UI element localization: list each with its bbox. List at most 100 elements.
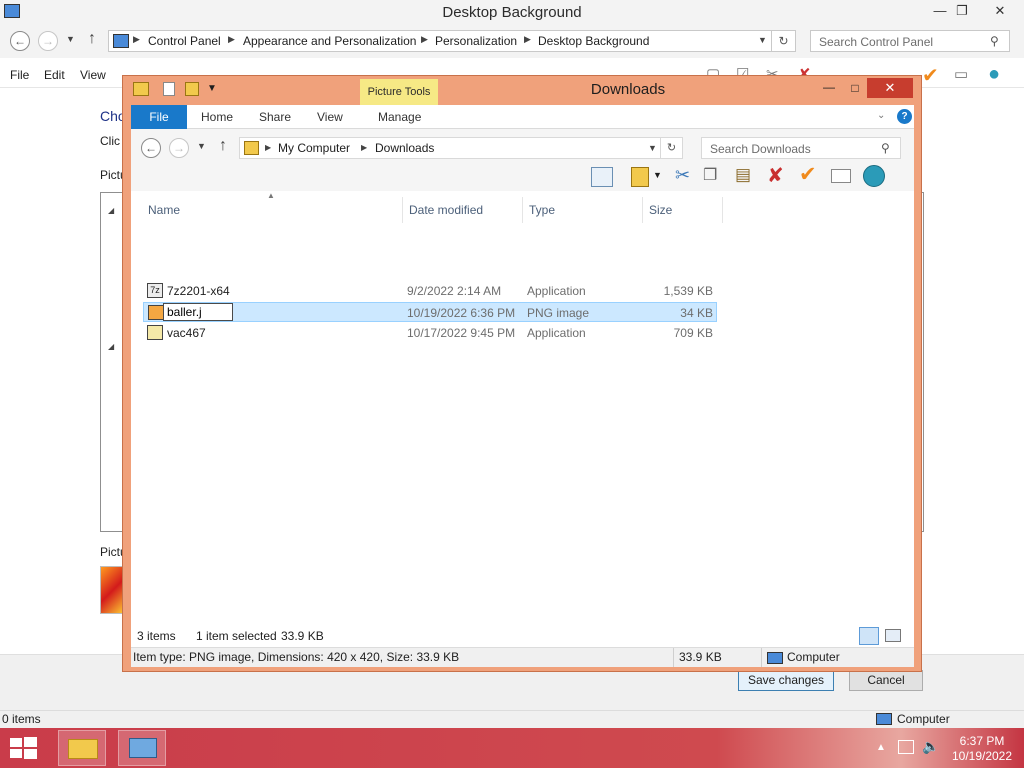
- cp-close-button[interactable]: ✕: [986, 0, 1014, 22]
- search-icon[interactable]: ⚲: [990, 34, 999, 48]
- up-arrow-icon[interactable]: ↑: [88, 30, 96, 48]
- breadcrumb-separator-icon: ▶: [133, 34, 140, 44]
- explorer-address-bar[interactable]: ▶ My Computer ▶ Downloads ▼: [239, 137, 661, 159]
- tab-manage[interactable]: Manage: [378, 105, 421, 129]
- recent-locations-chevron-icon[interactable]: ▼: [197, 141, 206, 151]
- breadcrumb-personalization[interactable]: Personalization: [435, 34, 517, 48]
- explorer-maximize-button[interactable]: □: [843, 78, 867, 98]
- rename-icon[interactable]: ▭: [954, 65, 968, 83]
- cut-icon[interactable]: ✂: [675, 165, 690, 186]
- downloads-folder-icon: [244, 141, 259, 155]
- 7z-app-icon: 7z: [147, 283, 163, 298]
- new-folder-quick-icon[interactable]: [185, 82, 199, 96]
- details-divider: [761, 648, 762, 667]
- column-header-type[interactable]: Type: [529, 203, 555, 217]
- column-divider[interactable]: [642, 197, 643, 223]
- file-type: Application: [527, 284, 586, 298]
- file-size: 34 KB: [680, 306, 713, 320]
- clock-date: 10/19/2022: [951, 749, 1013, 763]
- breadcrumb-downloads[interactable]: Downloads: [375, 141, 434, 155]
- network-icon[interactable]: [898, 740, 914, 754]
- address-dropdown-chevron-icon[interactable]: ▼: [648, 143, 657, 153]
- windows-start-icon[interactable]: [6, 734, 40, 762]
- cp-search-input[interactable]: Search Control Panel: [810, 30, 1010, 52]
- menu-edit[interactable]: Edit: [44, 68, 65, 82]
- delete-icon[interactable]: ✘: [767, 163, 784, 188]
- breadcrumb-separator-icon: ▶: [524, 34, 531, 44]
- selection-size: 33.9 KB: [281, 629, 324, 643]
- taskbar-file-explorer-icon[interactable]: [58, 730, 106, 766]
- breadcrumb-appearance[interactable]: Appearance and Personalization: [243, 34, 416, 48]
- recent-locations-chevron-icon[interactable]: ▼: [66, 34, 75, 44]
- tab-home[interactable]: Home: [201, 105, 233, 129]
- menu-file[interactable]: File: [10, 68, 29, 82]
- breadcrumb-separator-icon: ▶: [265, 143, 272, 152]
- show-hidden-icons-chevron-icon[interactable]: ▲: [876, 742, 886, 753]
- tab-file[interactable]: File: [131, 105, 187, 129]
- explorer-close-button[interactable]: ✕: [867, 78, 913, 98]
- explorer-ribbon-tabs: File Home Share View Manage ⌄ ?: [131, 105, 914, 129]
- column-header-date-modified[interactable]: Date modified: [409, 203, 483, 217]
- volume-icon[interactable]: 🔈: [922, 738, 939, 755]
- cancel-button[interactable]: Cancel: [849, 670, 923, 691]
- column-divider[interactable]: [522, 197, 523, 223]
- forward-arrow-icon[interactable]: →: [38, 31, 58, 51]
- checkmark-icon[interactable]: ✔: [922, 63, 939, 88]
- breadcrumb-control-panel[interactable]: Control Panel: [148, 34, 221, 48]
- details-divider: [673, 648, 674, 667]
- preview-pane-icon[interactable]: [591, 167, 613, 187]
- column-header-size[interactable]: Size: [649, 203, 672, 217]
- rename-input[interactable]: [163, 303, 233, 321]
- properties-quick-icon[interactable]: [163, 82, 175, 96]
- up-arrow-icon[interactable]: ↑: [219, 137, 227, 155]
- refresh-icon[interactable]: ↻: [661, 137, 683, 159]
- file-row[interactable]: vac467 10/17/2022 9:45 PM Application 70…: [143, 323, 717, 343]
- expand-ribbon-chevron-icon[interactable]: ⌄: [877, 110, 885, 121]
- copy-icon[interactable]: ❐: [703, 165, 717, 185]
- folder-options-icon[interactable]: [631, 167, 649, 187]
- column-header-name[interactable]: Name: [148, 203, 180, 217]
- tab-view[interactable]: View: [317, 105, 343, 129]
- file-row[interactable]: 7z 7z2201-x64 9/2/2022 2:14 AM Applicati…: [143, 281, 717, 301]
- computer-icon: [767, 652, 783, 664]
- file-date: 10/19/2022 6:36 PM: [407, 306, 516, 320]
- explorer-details-bar: Item type: PNG image, Dimensions: 420 x …: [131, 647, 914, 667]
- breadcrumb-desktop-background[interactable]: Desktop Background: [538, 34, 649, 48]
- search-icon[interactable]: ⚲: [881, 141, 890, 155]
- quick-access-chevron-icon[interactable]: ▼: [207, 83, 217, 94]
- checkmark-icon[interactable]: ✔: [799, 162, 817, 187]
- save-changes-button[interactable]: Save changes: [738, 670, 834, 691]
- tab-share[interactable]: Share: [259, 105, 291, 129]
- folder-options-chevron-icon[interactable]: ▼: [653, 170, 662, 180]
- refresh-icon[interactable]: ↻: [772, 30, 796, 52]
- forward-arrow-icon[interactable]: →: [169, 138, 189, 158]
- explorer-minimize-button[interactable]: —: [817, 78, 841, 98]
- application-icon: [147, 325, 163, 340]
- large-icons-view-icon[interactable]: [885, 629, 901, 642]
- column-divider[interactable]: [722, 197, 723, 223]
- taskbar-clock[interactable]: 6:37 PM 10/19/2022: [944, 734, 1020, 764]
- cp-restore-button[interactable]: ❐: [948, 0, 976, 22]
- breadcrumb-my-computer[interactable]: My Computer: [278, 141, 350, 155]
- group-collapse-icon[interactable]: ◢: [108, 206, 114, 215]
- paste-icon[interactable]: ▤: [735, 165, 751, 185]
- help-icon[interactable]: ?: [897, 109, 912, 124]
- explorer-search-input[interactable]: Search Downloads: [701, 137, 901, 159]
- column-divider[interactable]: [402, 197, 403, 223]
- address-dropdown-chevron-icon[interactable]: ▼: [758, 35, 767, 45]
- file-date: 10/17/2022 9:45 PM: [407, 326, 516, 340]
- rename-icon[interactable]: [831, 169, 851, 183]
- menu-view[interactable]: View: [80, 68, 106, 82]
- explorer-window: ▼ Picture Tools Downloads — □ ✕ File Hom…: [122, 75, 922, 672]
- shell-icon[interactable]: ●: [988, 63, 1000, 86]
- group-collapse-icon[interactable]: ◢: [108, 342, 114, 351]
- details-view-icon[interactable]: [859, 627, 879, 645]
- back-arrow-icon[interactable]: ←: [10, 31, 30, 51]
- taskbar-control-panel-icon[interactable]: [118, 730, 166, 766]
- item-count: 3 items: [137, 629, 176, 643]
- breadcrumb-separator-icon: ▶: [421, 34, 428, 44]
- file-row-selected[interactable]: 10/19/2022 6:36 PM PNG image 34 KB: [143, 302, 717, 322]
- breadcrumb-separator-icon: ▶: [361, 143, 368, 152]
- back-arrow-icon[interactable]: ←: [141, 138, 161, 158]
- shell-icon[interactable]: [863, 165, 885, 187]
